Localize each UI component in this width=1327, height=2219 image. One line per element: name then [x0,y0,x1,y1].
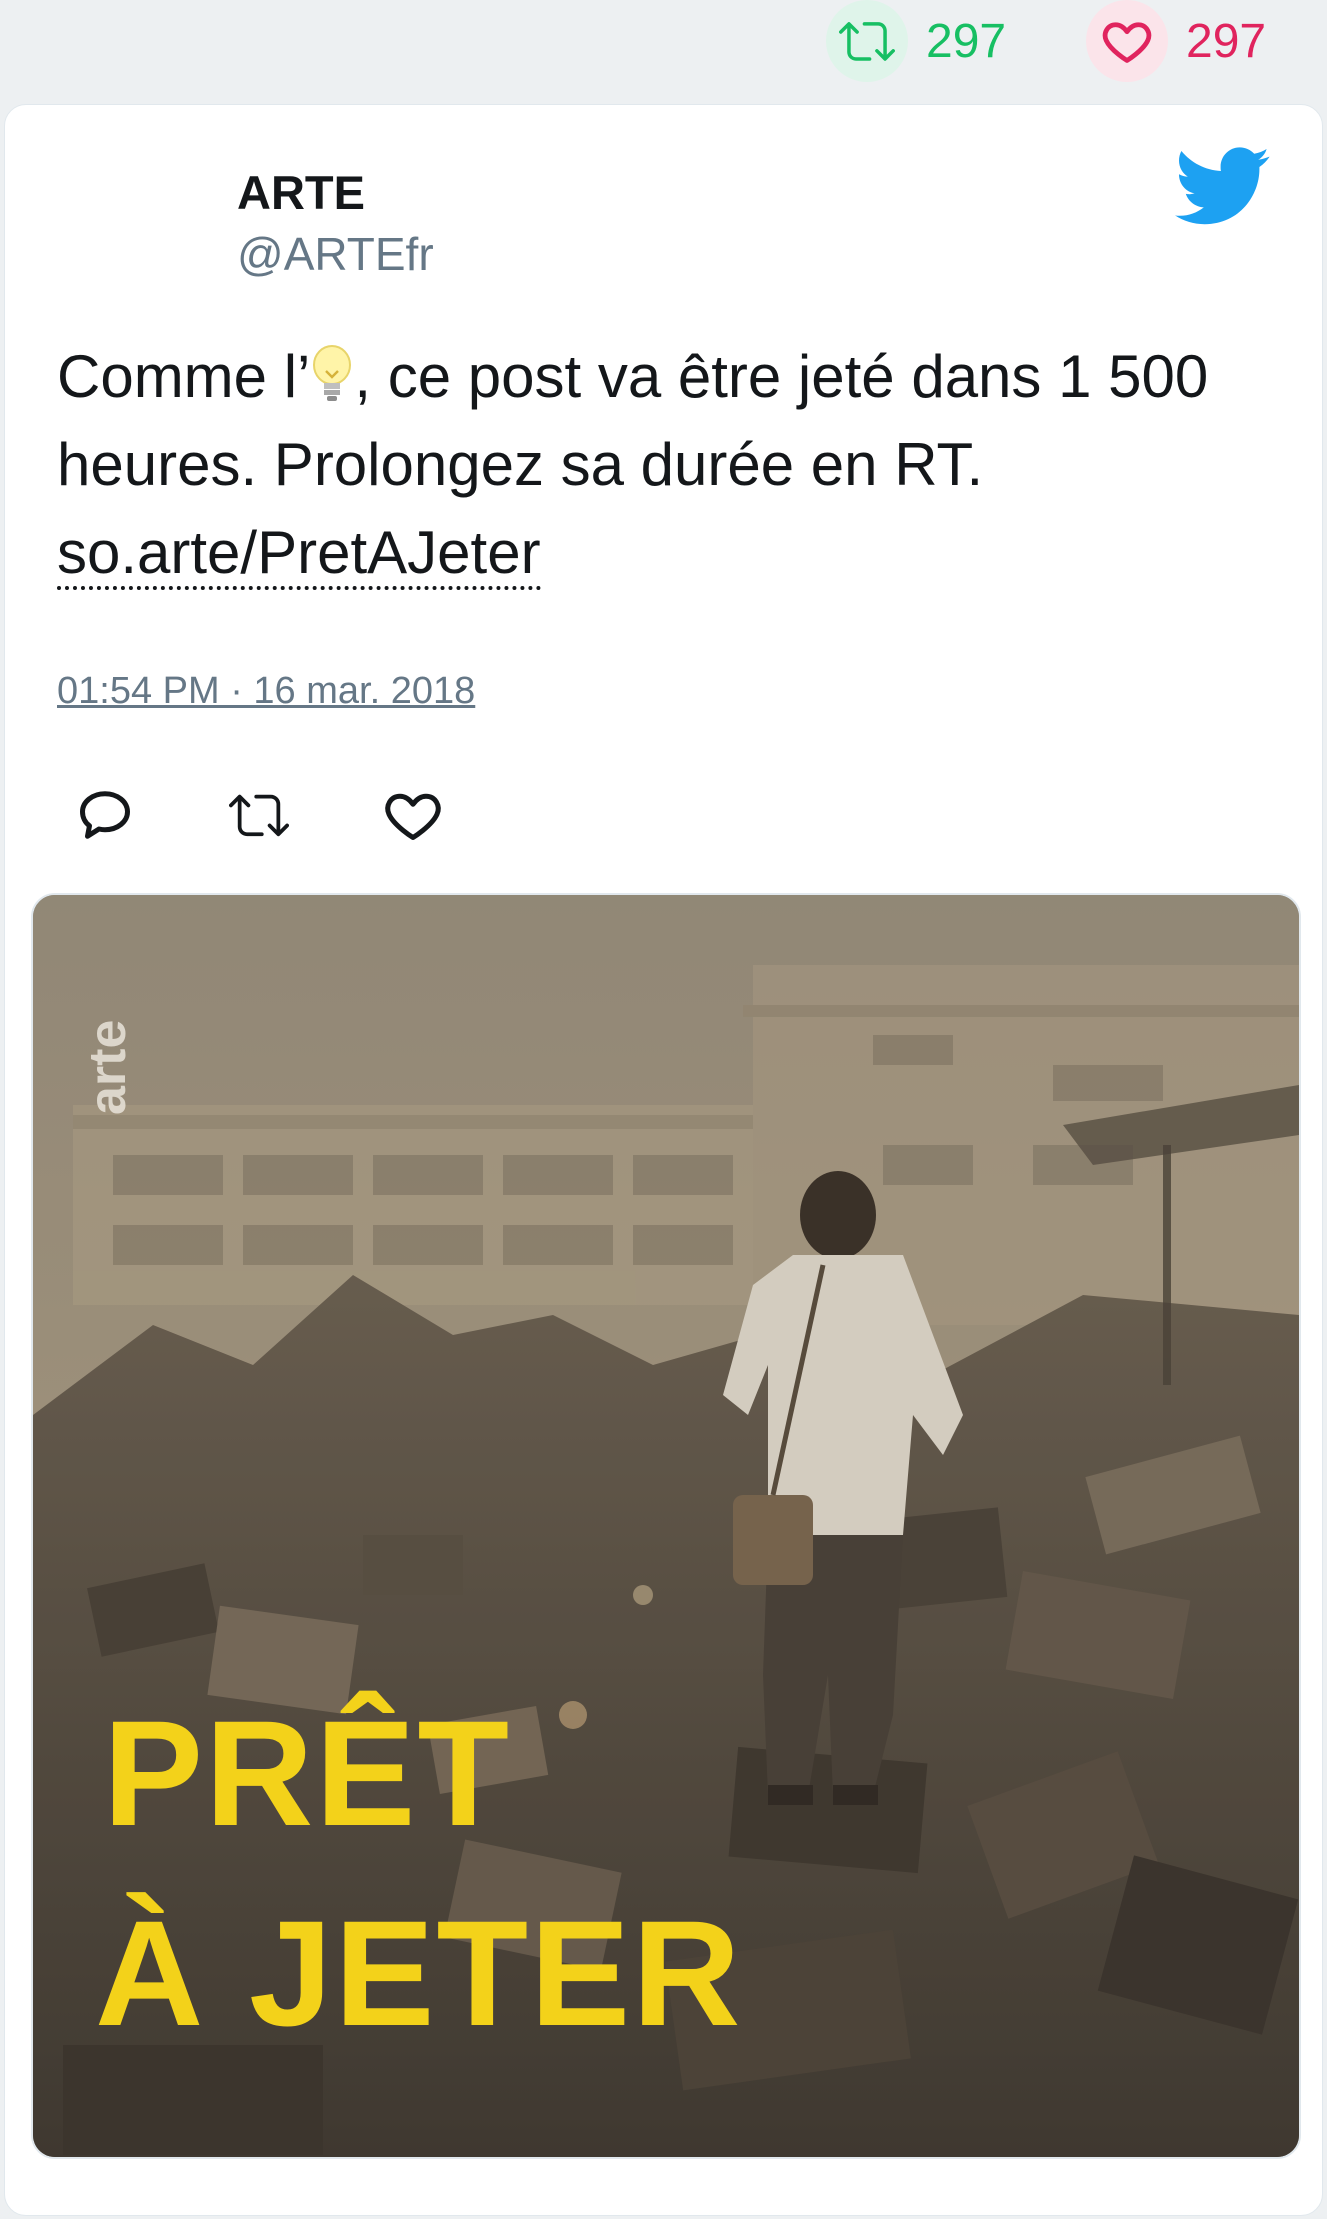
retweet-icon[interactable] [229,785,289,845]
heart-icon [1086,0,1168,82]
engagement-bar: 297 297 [0,0,1327,90]
tweet-text: Comme l’ , ce post va être jeté dans 1 5… [57,333,1277,597]
like-count: 297 [1186,14,1267,68]
retweet-icon [826,0,908,82]
landfill-photo: arte PRÊT À JETER [33,895,1299,2157]
heart-icon[interactable] [383,785,443,845]
tweet-timestamp[interactable]: 01:54 PM · 16 mar. 2018 [57,670,475,713]
tweet-media-image[interactable]: arte PRÊT À JETER [31,893,1301,2159]
retweet-stat[interactable]: 297 [826,0,1006,82]
display-name[interactable]: ARTE [237,165,365,220]
user-handle[interactable]: @ARTEfr [237,227,434,281]
reply-icon[interactable] [75,785,135,845]
tweet-text-start: Comme l’ [57,343,311,410]
arte-logo: arte [79,1020,137,1115]
tweet-card: ARTE @ARTEfr Comme l’ , ce post va être … [4,104,1323,2216]
retweet-count: 297 [926,14,1007,68]
media-title-line1: PRÊT [103,1689,511,1857]
tweet-link[interactable]: so.arte/PretAJeter [57,519,541,590]
light-bulb-icon [313,345,352,401]
twitter-bird-icon[interactable] [1175,147,1271,227]
media-title-line2: À JETER [95,1889,742,2057]
like-stat[interactable]: 297 [1086,0,1266,82]
